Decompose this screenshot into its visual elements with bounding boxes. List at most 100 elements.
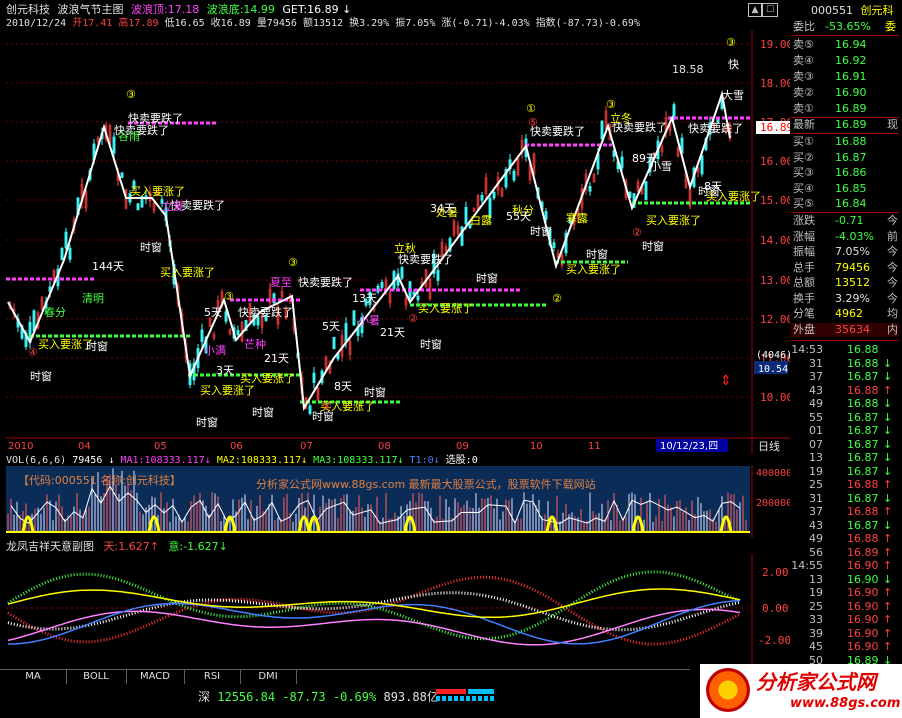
row-value: 3.29% <box>835 291 870 305</box>
period-label[interactable]: 日线 <box>758 439 780 453</box>
tick-arrow: ↓ <box>883 572 893 586</box>
close-icon[interactable]: ☐ <box>762 3 778 17</box>
tick-row: 14:55 16.90 ↑ <box>791 559 899 573</box>
main-price-chart[interactable]: 快卖要跌了 快卖要跌了 快卖要跌了 快卖要跌了 快卖要跌了 快卖要跌了 快卖要跌… <box>0 30 790 454</box>
osc-axis-tick: -2.00 <box>758 634 790 647</box>
tab-rsi[interactable]: RSI <box>184 670 241 684</box>
candle <box>68 247 72 260</box>
stat-row: 总额 13512 今 <box>791 276 899 290</box>
bid-row: 买④ 16.85 <box>791 182 899 196</box>
stat-row: 涨幅 -4.03% 前 <box>791 230 899 244</box>
candle <box>64 231 68 248</box>
tick-row: 39 16.90 ↑ <box>791 627 899 641</box>
tick-arrow: ↓ <box>883 518 893 532</box>
tick-row: 31 16.88 ↓ <box>791 357 899 371</box>
solar-term: 立夏 <box>162 199 184 213</box>
tick-row: 49 16.88 ↓ <box>791 397 899 411</box>
candle <box>332 336 336 350</box>
time-window-label: 时窗 <box>86 339 108 353</box>
day-count: 55天 <box>506 210 531 223</box>
vol-title: VOL(6,6,6) <box>6 455 67 466</box>
quote-panel: 000551 创元科 委比 -53.65% 委 卖⑤ 16.94 卖④ 16.92 卖③… <box>791 0 902 667</box>
index-change: -87.73 <box>282 690 326 704</box>
get-value: GET:16.89 <box>282 3 339 16</box>
candle <box>620 156 624 169</box>
row-label: 振幅 <box>793 245 815 258</box>
volume-chart[interactable]: 【代码:000551 名称:创元科技】 分析家公式网www.88gs.com 最… <box>0 466 790 538</box>
latest-row: 最新 16.89 现 <box>793 118 898 131</box>
tab-ma[interactable]: MA <box>0 670 67 684</box>
site-logo: 分析家公式网 www.88gs.com <box>700 664 902 718</box>
tick-price: 16.90 <box>847 559 879 572</box>
price-tick: 18.00 <box>760 77 790 90</box>
chart-header-line1: 创元科技 波浪气节主图 波浪顶:17.18 波浪底:14.99 GET:16.8… <box>6 3 352 16</box>
tick-arrow: ↑ <box>883 586 893 599</box>
up-arrow-icon[interactable]: ▲ <box>748 3 762 17</box>
candle <box>152 202 156 212</box>
candle <box>464 206 468 225</box>
tick-time: 43 <box>809 383 823 397</box>
tick-arrow: ↓ <box>883 451 893 464</box>
high: 高17.89 <box>118 18 159 29</box>
tick-arrow: ↑ <box>883 640 893 653</box>
day-count: 8天 <box>704 180 722 193</box>
row-label: 买② <box>793 150 814 164</box>
tick-price: 16.90 <box>847 572 879 586</box>
tick-row: 13 16.87 ↓ <box>791 451 899 465</box>
candle <box>236 330 240 336</box>
row-value: 4962 <box>835 307 863 320</box>
flower-logo-icon <box>706 668 750 712</box>
tick-time: 31 <box>809 491 823 505</box>
vol-axis-tick: 200000 <box>756 498 790 509</box>
tick-time: 37 <box>809 505 823 518</box>
tick-arrow: ↓ <box>883 356 893 370</box>
stat-row: 振幅 7.05% 今 <box>791 245 899 259</box>
stat-row: 总手 79456 今 <box>791 261 899 275</box>
tick-row: 25 16.88 ↑ <box>791 478 899 492</box>
row-label: 涨跌 <box>793 214 815 227</box>
current-price-text: 16.89 <box>760 121 790 134</box>
tab-boll[interactable]: BOLL <box>66 670 127 684</box>
month-label: 11 <box>588 441 601 452</box>
candle <box>480 194 484 201</box>
ask-row: 卖④ 16.92 <box>791 54 899 68</box>
solar-term: 小满 <box>204 344 226 357</box>
month-label: 08 <box>378 441 391 452</box>
candle <box>388 292 392 304</box>
row-label: 总手 <box>793 260 815 274</box>
row-extra: 今 <box>887 276 898 289</box>
tab-macd[interactable]: MACD <box>126 670 185 684</box>
tick-row: 14:53 16.88 <box>791 343 899 357</box>
tick-arrow: ↑ <box>883 505 893 518</box>
low: 低16.65 <box>164 18 205 29</box>
time-window-label: 时窗 <box>30 369 52 383</box>
tick-row: 55 16.87 ↓ <box>791 411 899 425</box>
candle <box>436 269 440 281</box>
day-count: 34天 <box>430 202 455 215</box>
stat-row: 分笔 4962 均 <box>791 307 899 321</box>
tick-price: 16.90 <box>847 613 879 626</box>
candle <box>352 310 356 326</box>
scroll-arrows-icon[interactable]: ⇕ <box>720 373 732 389</box>
amount: 额13512 <box>302 18 344 29</box>
svg-text:③: ③ <box>126 88 136 101</box>
tick-price: 16.87 <box>847 464 879 478</box>
solar-term: 小暑 <box>358 314 380 327</box>
day-count: 8天 <box>334 380 352 393</box>
bid-row: 买① 16.88 <box>791 135 899 149</box>
svg-text:④: ④ <box>322 400 332 413</box>
candle <box>404 297 408 306</box>
vol-ma3: MA3:108333.117 <box>313 455 398 466</box>
candle <box>484 177 488 195</box>
svg-text:③: ③ <box>606 98 616 111</box>
tick-price: 16.87 <box>847 518 879 532</box>
time-window-label: 时窗 <box>196 415 218 429</box>
market-label: 深 <box>198 690 211 704</box>
tab-dmi[interactable]: DMI <box>240 670 297 684</box>
tick-arrow: ↓ <box>883 397 893 410</box>
oscillator-chart[interactable]: 2.00 0.00 -2.00 <box>0 554 790 668</box>
index-amount: 893.88亿 <box>383 690 439 704</box>
tick-time: 19 <box>809 464 823 478</box>
tick-time: 25 <box>809 599 823 613</box>
solar-term: 立秋 <box>394 241 416 255</box>
